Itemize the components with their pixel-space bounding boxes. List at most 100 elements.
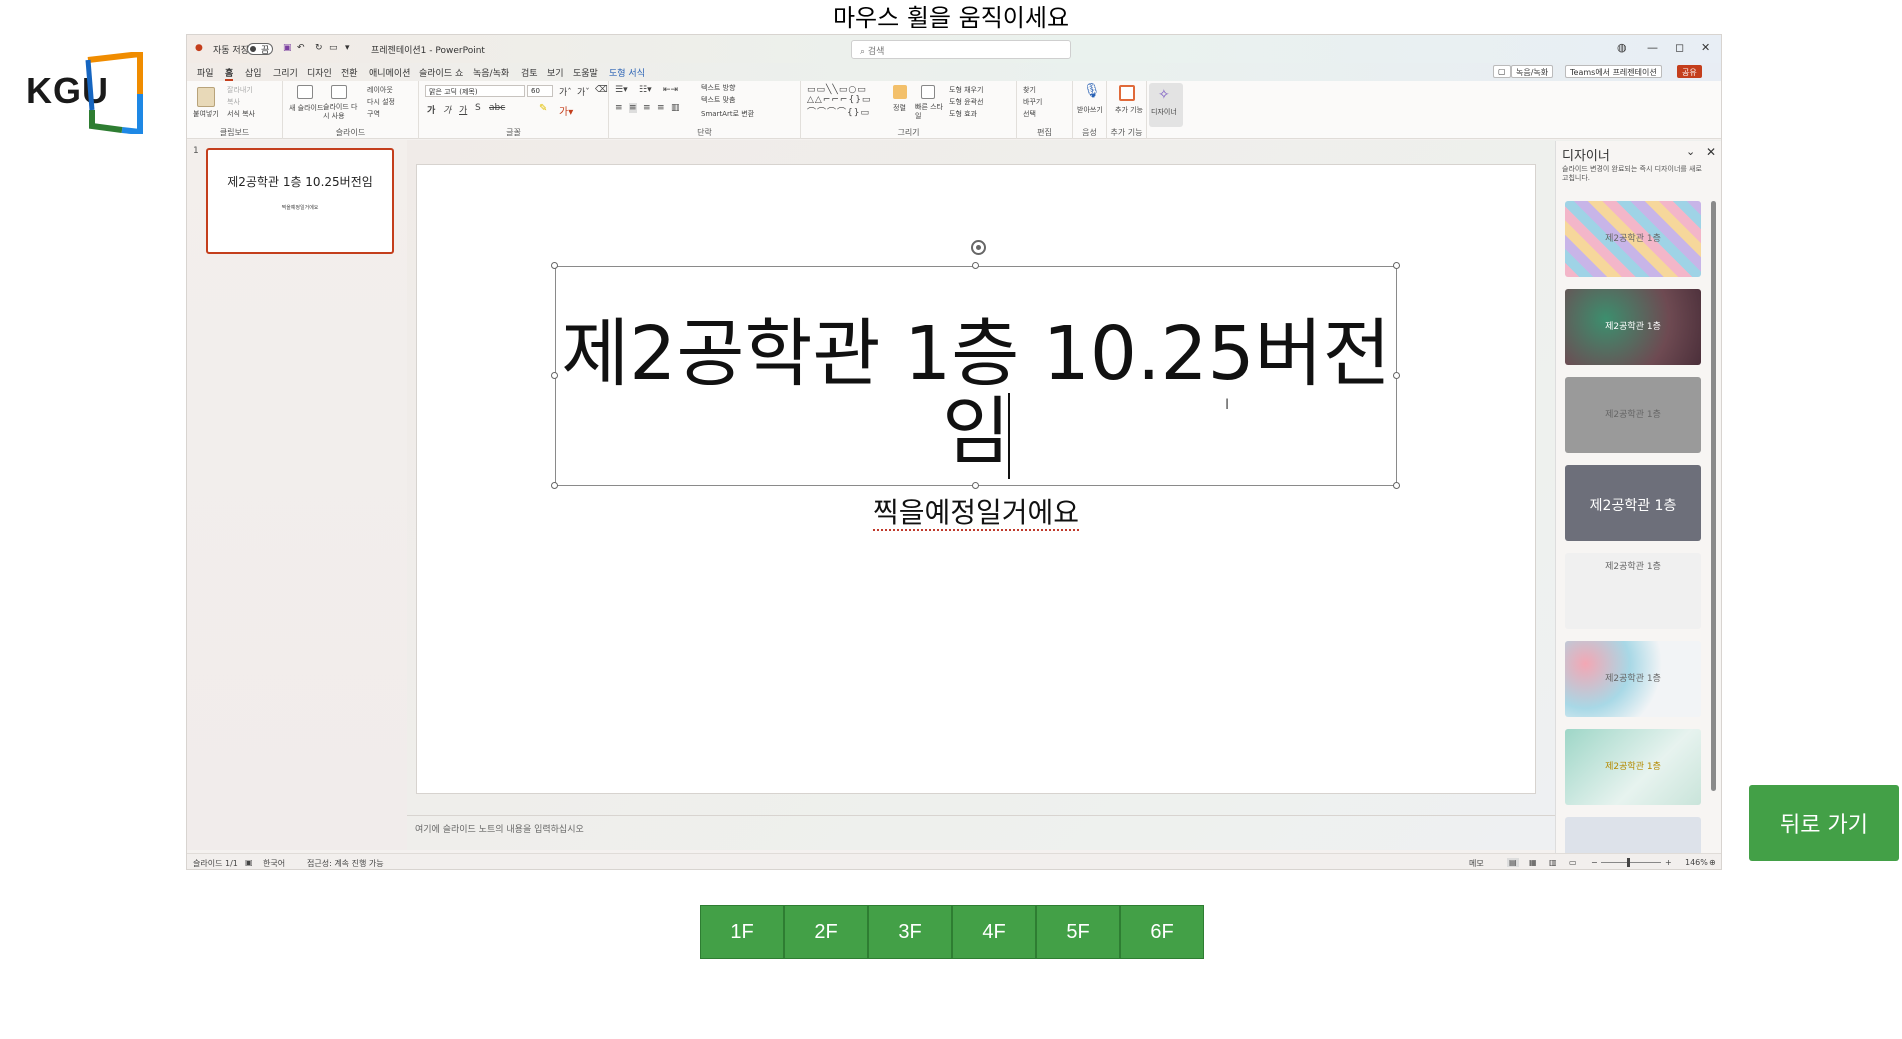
shape-fill-button[interactable]: 도형 채우기 [949, 85, 983, 95]
menu-slideshow[interactable]: 슬라이드 쇼 [419, 66, 463, 79]
search-input[interactable]: ⌕ 검색 [851, 40, 1071, 59]
back-button[interactable]: 뒤로 가기 [1749, 785, 1899, 861]
design-idea-card[interactable]: 제2공학관 1층 [1565, 641, 1701, 717]
slide-thumbnail[interactable]: 제2공학관 1층 10.25버전임 찍을예정일거에요 [206, 148, 394, 254]
zoom-slider[interactable] [1601, 862, 1661, 863]
menu-design[interactable]: 디자인 [307, 66, 332, 79]
font-name-select[interactable]: 맑은 고딕 (제목) [425, 85, 525, 97]
copy-button[interactable]: 복사 [227, 97, 240, 107]
floor-4f-button[interactable]: 4F [952, 905, 1036, 959]
menu-review[interactable]: 검토 [521, 66, 538, 79]
menu-transitions[interactable]: 전환 [341, 66, 358, 79]
teams-present-button[interactable]: Teams에서 프레젠테이션 [1565, 65, 1662, 78]
bold-icon[interactable]: 가 [427, 103, 435, 116]
shadow-icon[interactable]: S [475, 103, 481, 113]
notes-toggle[interactable]: 메모 [1469, 858, 1484, 869]
design-idea-card[interactable]: 제2공학관 1층 [1565, 465, 1701, 541]
floor-3f-button[interactable]: 3F [868, 905, 952, 959]
menu-help[interactable]: 도움말 [573, 66, 598, 79]
spellcheck-icon[interactable]: ▣ [245, 858, 253, 867]
menu-record[interactable]: 녹음/녹화 [473, 66, 509, 79]
present-icon[interactable]: ▭ [329, 43, 338, 53]
resize-handle-sw[interactable] [551, 482, 558, 489]
slide-sorter-icon[interactable]: ▦ [1529, 858, 1537, 867]
chevron-down-icon[interactable]: ⌄ [1686, 145, 1695, 158]
resize-handle-ne[interactable] [1393, 262, 1400, 269]
reading-view-icon[interactable]: ▥ [1549, 858, 1557, 867]
language-indicator[interactable]: 한국어 [263, 858, 285, 869]
shapes-gallery-icon[interactable]: ▭▭╲╲▭○▭ △△⌐⌐⌐{}▭ ⌒⌒⌒⌒{}▭ [807, 85, 871, 118]
shrink-font-icon[interactable]: 가ˇ [577, 85, 590, 98]
design-idea-card[interactable]: 제2공학관 1층 [1565, 201, 1701, 277]
floor-6f-button[interactable]: 6F [1120, 905, 1204, 959]
menu-file[interactable]: 파일 [197, 66, 214, 79]
shape-outline-button[interactable]: 도형 윤곽선 [949, 97, 983, 107]
cut-button[interactable]: 잘라내기 [227, 85, 253, 95]
reuse-slide-label[interactable]: 슬라이드 다시 사용 [323, 103, 363, 121]
minimize-button[interactable]: — [1647, 41, 1658, 54]
quick-styles-icon[interactable] [921, 85, 935, 99]
arrange-icon[interactable] [893, 85, 907, 99]
reuse-slide-icon[interactable] [331, 85, 347, 99]
zoom-level[interactable]: 146% [1685, 858, 1708, 867]
slide-subtitle[interactable]: 찍을예정일거에요 [555, 491, 1397, 531]
floor-2f-button[interactable]: 2F [784, 905, 868, 959]
find-button[interactable]: 찾기 [1023, 85, 1036, 95]
clear-format-icon[interactable]: ⌫ [595, 85, 608, 95]
align-center-icon[interactable]: ≡ [629, 103, 637, 113]
font-size-select[interactable]: 60 [527, 85, 553, 97]
addins-button-label[interactable]: 추가 기능 [1115, 105, 1143, 115]
resize-handle-n[interactable] [972, 262, 979, 269]
menu-view[interactable]: 보기 [547, 66, 564, 79]
align-text-button[interactable]: 텍스트 맞춤 [701, 95, 735, 105]
design-idea-card[interactable]: 제2공학관 1층 [1565, 553, 1701, 629]
design-idea-card[interactable]: 제2공학관 1층 [1565, 377, 1701, 453]
addins-icon[interactable] [1119, 85, 1135, 101]
reset-button[interactable]: 다시 설정 [367, 97, 395, 107]
designer-button[interactable]: ✧ 디자이너 [1149, 83, 1183, 127]
slideshow-icon[interactable]: ▭ [1569, 858, 1577, 867]
maximize-button[interactable]: ◻ [1675, 41, 1684, 54]
slide-title[interactable]: 제2공학관 1층 10.25버전임 [555, 315, 1397, 471]
highlight-icon[interactable]: ✎ [539, 103, 547, 114]
numbering-icon[interactable]: ☷▾ [639, 85, 652, 95]
accessibility-status[interactable]: 접근성: 계속 진행 가능 [307, 858, 384, 869]
text-direction-button[interactable]: 텍스트 방향 [701, 83, 735, 93]
customize-toolbar-icon[interactable]: ▾ [345, 43, 350, 53]
account-avatar[interactable]: ◍ [1617, 41, 1627, 54]
zoom-slider-thumb[interactable] [1627, 858, 1630, 867]
menu-shape-format[interactable]: 도형 서식 [609, 66, 645, 79]
indent-icon[interactable]: ⇤⇥ [663, 85, 678, 95]
layout-button[interactable]: 레이아웃 [367, 85, 393, 95]
record-button[interactable]: 녹음/녹화 [1511, 65, 1554, 78]
save-icon[interactable]: ▣ [283, 43, 292, 53]
zoom-in-icon[interactable]: + [1665, 858, 1672, 867]
paste-label[interactable]: 붙여넣기 [193, 109, 219, 119]
justify-icon[interactable]: ≡ [657, 103, 665, 113]
align-right-icon[interactable]: ≡ [643, 103, 651, 113]
floor-5f-button[interactable]: 5F [1036, 905, 1120, 959]
section-button[interactable]: 구역 [367, 109, 380, 119]
align-left-icon[interactable]: ≡ [615, 103, 623, 113]
slide-canvas[interactable]: 제2공학관 1층 10.25버전임 I 찍을예정일거에요 [416, 164, 1536, 794]
fit-slide-icon[interactable]: ⊕ [1709, 858, 1716, 867]
microphone-icon[interactable]: 🎙 [1083, 83, 1101, 99]
underline-icon[interactable]: 가 [459, 103, 467, 116]
menu-insert[interactable]: 삽입 [245, 66, 262, 79]
close-designer-icon[interactable]: ✕ [1706, 145, 1716, 159]
design-idea-card[interactable]: 제2공학관 1층 [1565, 729, 1701, 805]
paste-icon[interactable] [197, 87, 215, 107]
new-slide-label[interactable]: 새 슬라이드 [289, 103, 323, 113]
close-button[interactable]: ✕ [1701, 41, 1710, 54]
undo-icon[interactable]: ↶ [297, 43, 305, 53]
bullets-icon[interactable]: ☰▾ [615, 85, 628, 95]
resize-handle-s[interactable] [972, 482, 979, 489]
smartart-button[interactable]: SmartArt로 변환 [701, 109, 754, 119]
replace-button[interactable]: 바꾸기 [1023, 97, 1042, 107]
floor-1f-button[interactable]: 1F [700, 905, 784, 959]
resize-handle-se[interactable] [1393, 482, 1400, 489]
share-button[interactable]: 공유 [1677, 65, 1702, 78]
format-painter-button[interactable]: 서식 복사 [227, 109, 255, 119]
font-color-icon[interactable]: 가▾ [559, 103, 573, 118]
italic-icon[interactable]: 가 [443, 103, 451, 116]
